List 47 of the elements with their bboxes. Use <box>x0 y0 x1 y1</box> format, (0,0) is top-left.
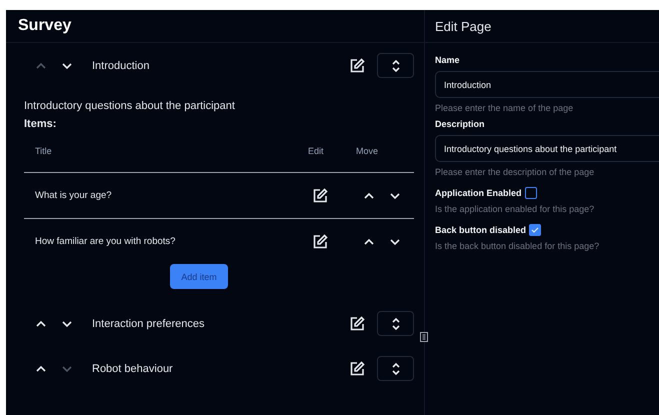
checkbox-label: Back button disabled <box>435 225 526 235</box>
check-icon <box>530 225 540 235</box>
chevron-up-icon <box>363 238 375 246</box>
chevron-down-icon <box>61 364 73 372</box>
edit-icon[interactable] <box>349 316 365 332</box>
chevron-up-icon <box>363 192 375 200</box>
field-label: Description <box>435 119 486 129</box>
chevron-up-down-icon <box>390 362 400 376</box>
chevron-up-icon <box>35 364 47 372</box>
panel-title: Survey <box>18 17 72 35</box>
resize-handle-icon[interactable] <box>420 332 428 342</box>
chevron-up-down-icon <box>390 316 400 330</box>
edit-icon[interactable] <box>349 58 365 74</box>
expand-toggle-button[interactable] <box>377 356 414 381</box>
column-header: Edit <box>307 146 325 156</box>
help-text: Is the back button disabled for this page? <box>435 241 600 251</box>
edit-icon[interactable] <box>312 234 328 250</box>
page-description: Introductory questions about the participant <box>24 100 236 112</box>
edit-icon[interactable] <box>349 360 365 376</box>
help-text: Is the application enabled for this page? <box>435 204 596 214</box>
chevron-down-icon <box>61 320 73 328</box>
expand-toggle-button[interactable] <box>377 53 414 78</box>
input-field[interactable]: Introduction <box>435 71 659 98</box>
help-text: Please enter the description of the page <box>435 167 596 177</box>
checkbox[interactable] <box>524 187 537 199</box>
table-cell-text: How familiar are you with robots? <box>34 236 176 247</box>
expand-toggle-button[interactable] <box>377 311 414 336</box>
column-header: Title <box>34 146 53 156</box>
chevron-down-icon <box>61 62 73 70</box>
chevron-up-down-icon <box>390 58 400 72</box>
page-name[interactable]: Introduction <box>92 60 349 72</box>
column-header: Move <box>355 146 380 156</box>
edit-icon[interactable] <box>312 188 328 204</box>
field-label: Name <box>435 55 461 65</box>
input-field[interactable]: Introductory questions about the participant <box>435 135 659 162</box>
page-name[interactable]: Robot behaviour <box>92 362 349 374</box>
chevron-up-icon <box>35 62 47 70</box>
page-name[interactable]: Interaction preferences <box>92 318 349 330</box>
checkbox-label: Application Enabled <box>435 188 522 198</box>
checkbox[interactable] <box>529 224 542 236</box>
chevron-up-icon <box>35 320 47 328</box>
panel-title: Edit Page <box>435 18 492 34</box>
help-text: Please enter the name of the page <box>435 103 574 113</box>
items-label: Items: <box>24 118 58 130</box>
table-cell-text: What is your age? <box>34 190 113 201</box>
chevron-down-icon <box>389 192 401 200</box>
chevron-down-icon <box>389 238 401 246</box>
